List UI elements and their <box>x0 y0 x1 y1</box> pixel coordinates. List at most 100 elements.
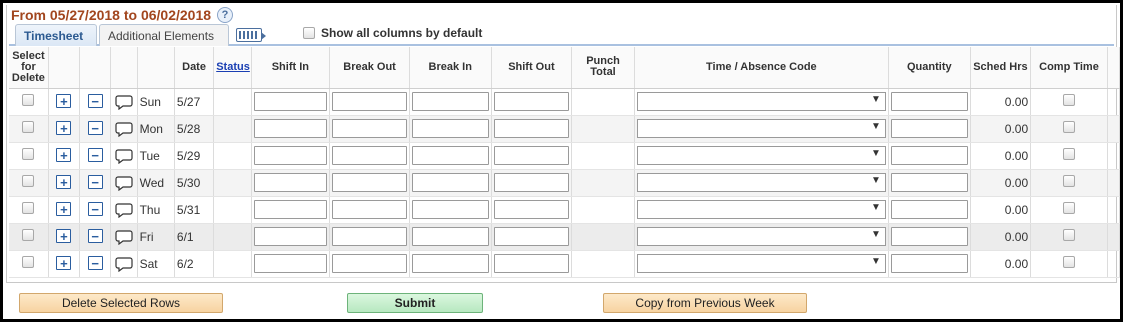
break-out-input[interactable] <box>332 227 407 246</box>
quantity-input[interactable] <box>890 227 968 246</box>
shift-out-input[interactable] <box>493 227 570 246</box>
quantity-input[interactable] <box>890 200 968 219</box>
comment-bubble-icon[interactable] <box>115 121 133 137</box>
time-absence-code-select[interactable]: ▼ <box>636 173 886 192</box>
break-in-input[interactable] <box>411 173 489 192</box>
copy-previous-week-button[interactable]: Copy from Previous Week <box>603 293 807 313</box>
time-absence-code-select[interactable]: ▼ <box>636 200 886 219</box>
chevron-down-icon: ▼ <box>871 202 881 213</box>
comment-bubble-icon[interactable] <box>115 175 133 191</box>
break-out-input[interactable] <box>332 173 407 192</box>
plus-icon[interactable]: + <box>56 175 72 190</box>
date-cell: 5/27 <box>174 88 215 116</box>
col-shift-in: Shift In <box>251 47 331 89</box>
comp-time-checkbox[interactable] <box>1062 256 1075 268</box>
table-row: + − Mon 5/28 ▼ 0.00 <box>9 115 1121 143</box>
select-row-checkbox[interactable] <box>22 121 35 133</box>
quantity-input[interactable] <box>890 254 968 273</box>
select-row-checkbox[interactable] <box>22 148 35 160</box>
minus-icon[interactable]: − <box>87 202 103 217</box>
minus-icon[interactable]: − <box>87 121 103 136</box>
shift-in-input[interactable] <box>253 146 328 165</box>
comment-bubble-icon[interactable] <box>115 229 133 245</box>
day-cell: Thu <box>137 196 175 224</box>
break-in-input[interactable] <box>411 254 489 273</box>
select-row-checkbox[interactable] <box>22 256 35 268</box>
comp-time-checkbox[interactable] <box>1062 175 1075 187</box>
time-absence-code-select[interactable]: ▼ <box>636 254 886 273</box>
shift-out-input[interactable] <box>493 200 570 219</box>
shift-in-input[interactable] <box>253 119 328 138</box>
spacer-cell <box>1107 196 1121 224</box>
time-absence-code-select[interactable]: ▼ <box>636 119 886 138</box>
time-absence-code-select[interactable]: ▼ <box>636 92 886 111</box>
shift-out-input[interactable] <box>493 119 570 138</box>
break-out-input[interactable] <box>332 92 407 111</box>
break-in-input[interactable] <box>411 119 489 138</box>
shift-out-input[interactable] <box>493 173 570 192</box>
shift-out-input[interactable] <box>493 146 570 165</box>
shift-in-input[interactable] <box>253 227 328 246</box>
plus-icon[interactable]: + <box>56 148 72 163</box>
plus-icon[interactable]: + <box>56 94 72 109</box>
time-absence-code-select[interactable]: ▼ <box>636 146 886 165</box>
select-row-checkbox[interactable] <box>22 175 35 187</box>
quantity-input[interactable] <box>890 119 968 138</box>
comment-bubble-icon[interactable] <box>115 202 133 218</box>
quantity-input[interactable] <box>890 173 968 192</box>
break-out-input[interactable] <box>332 146 407 165</box>
shift-out-input[interactable] <box>493 92 570 111</box>
plus-icon[interactable]: + <box>56 121 72 136</box>
col-comment <box>110 47 138 89</box>
plus-icon[interactable]: + <box>56 256 72 271</box>
shift-in-input[interactable] <box>253 200 328 219</box>
delete-selected-rows-button[interactable]: Delete Selected Rows <box>19 293 223 313</box>
minus-icon[interactable]: − <box>87 148 103 163</box>
comment-bubble-icon[interactable] <box>115 148 133 164</box>
select-row-checkbox[interactable] <box>22 202 35 214</box>
show-all-columns-option[interactable]: Show all columns by default <box>303 26 482 40</box>
break-in-input[interactable] <box>411 200 489 219</box>
comp-time-checkbox[interactable] <box>1062 121 1075 133</box>
select-row-checkbox[interactable] <box>22 94 35 106</box>
comment-bubble-icon[interactable] <box>115 94 133 110</box>
comp-time-checkbox[interactable] <box>1062 202 1075 214</box>
minus-icon[interactable]: − <box>87 256 103 271</box>
plus-icon[interactable]: + <box>56 202 72 217</box>
period-header: From 05/27/2018 to 06/02/2018 ? <box>11 6 234 24</box>
submit-button[interactable]: Submit <box>347 293 483 313</box>
punch-total-cell <box>571 250 635 278</box>
shift-in-input[interactable] <box>253 92 328 111</box>
break-in-input[interactable] <box>411 92 489 111</box>
comp-time-checkbox[interactable] <box>1062 94 1075 106</box>
break-in-input[interactable] <box>411 146 489 165</box>
shift-out-input[interactable] <box>493 254 570 273</box>
plus-icon[interactable]: + <box>56 229 72 244</box>
col-status-link[interactable]: Status <box>213 47 252 89</box>
sched-hrs-cell: 0.00 <box>970 223 1032 251</box>
minus-icon[interactable]: − <box>87 94 103 109</box>
time-absence-code-select[interactable]: ▼ <box>636 227 886 246</box>
quantity-input[interactable] <box>890 92 968 111</box>
break-in-input[interactable] <box>411 227 489 246</box>
help-icon[interactable]: ? <box>217 7 234 23</box>
show-all-columns-checkbox[interactable] <box>303 27 315 39</box>
break-out-input[interactable] <box>332 200 407 219</box>
tab-additional-elements[interactable]: Additional Elements <box>99 24 229 46</box>
chevron-down-icon: ▼ <box>871 229 881 240</box>
minus-icon[interactable]: − <box>87 175 103 190</box>
quantity-input[interactable] <box>890 146 968 165</box>
period-label: From 05/27/2018 to 06/02/2018 <box>11 7 212 23</box>
comment-bubble-icon[interactable] <box>115 256 133 272</box>
comp-time-checkbox[interactable] <box>1062 229 1075 241</box>
minus-icon[interactable]: − <box>87 229 103 244</box>
break-out-input[interactable] <box>332 119 407 138</box>
shift-in-input[interactable] <box>253 254 328 273</box>
table-row: + − Thu 5/31 ▼ 0.00 <box>9 196 1121 224</box>
comp-time-checkbox[interactable] <box>1062 148 1075 160</box>
tab-timesheet[interactable]: Timesheet <box>15 24 97 46</box>
select-row-checkbox[interactable] <box>22 229 35 241</box>
break-out-input[interactable] <box>332 254 407 273</box>
shift-in-input[interactable] <box>253 173 328 192</box>
show-all-columns-icon[interactable] <box>236 28 266 42</box>
